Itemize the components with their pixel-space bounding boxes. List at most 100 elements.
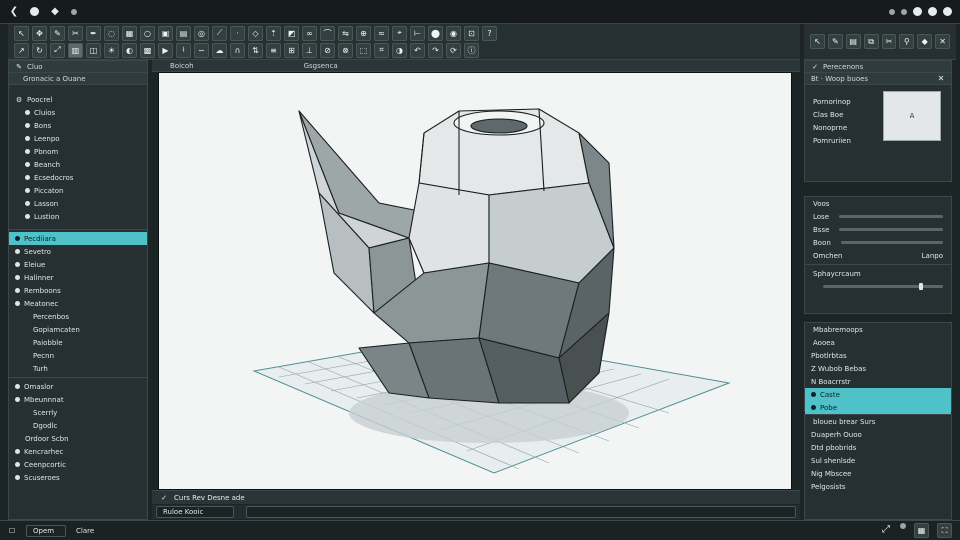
section-poocrel[interactable]: ⚙ Poocrel	[9, 93, 147, 106]
setting-row[interactable]: Lose	[805, 210, 951, 223]
list-item[interactable]: Pbnom	[9, 145, 147, 158]
redo-tool-icon[interactable]: ↷	[428, 42, 443, 58]
split-tool-icon[interactable]: ⊘	[320, 42, 335, 58]
fullscreen-icon[interactable]: ⛶	[937, 523, 952, 538]
refresh-tool-icon[interactable]: ⟳	[446, 42, 461, 58]
move-tool-icon[interactable]: ✥	[32, 25, 47, 41]
record-icon[interactable]	[889, 8, 895, 15]
light-tool-icon[interactable]: ☀	[104, 42, 119, 58]
info-tool-icon[interactable]: ⓘ	[464, 42, 479, 58]
undo-tool-icon[interactable]: ↶	[410, 42, 425, 58]
brush-tool-icon[interactable]: ✎	[50, 25, 65, 41]
list-item[interactable]: Omaslor	[9, 380, 147, 393]
setting-row[interactable]: Bsse	[805, 223, 951, 236]
list-item[interactable]: Halinner	[9, 271, 147, 284]
maximize-icon[interactable]	[928, 7, 937, 16]
group-tool-icon[interactable]: ⊞	[284, 42, 299, 58]
list-item[interactable]: Gopiamcaten	[9, 323, 147, 336]
list-item[interactable]: Scerrly	[9, 406, 147, 419]
list-item[interactable]: Meatonec	[9, 297, 147, 310]
settings-icon[interactable]	[901, 8, 907, 15]
list-item[interactable]: Bons	[9, 119, 147, 132]
settings-right-label[interactable]: Lanpo	[922, 252, 943, 260]
setting-slider[interactable]	[840, 241, 943, 244]
list-item[interactable]: Dgodlc	[9, 419, 147, 432]
list-item[interactable]: Kencrarhec	[9, 445, 147, 458]
list-item[interactable]: Cluios	[9, 106, 147, 119]
mode-field[interactable]: Ruloe Kooic	[156, 506, 234, 518]
layer-item[interactable]: Z Wubob Bebas	[805, 362, 951, 375]
snap-tool-icon[interactable]: ⌖	[392, 25, 407, 41]
cage-tool-icon[interactable]: ⬚	[356, 42, 371, 58]
pin-icon[interactable]: ◆	[49, 6, 61, 18]
list-item[interactable]: Scuseroes	[9, 471, 147, 484]
weld-tool-icon[interactable]: ⊕	[356, 25, 371, 41]
settings-toggle-row[interactable]: Omchen Lanpo	[805, 249, 951, 262]
rt-link-icon[interactable]: ⚲	[899, 34, 915, 49]
select-tool-icon[interactable]: ↖	[14, 25, 29, 41]
close-icon[interactable]: ✕	[937, 74, 945, 83]
list-item[interactable]: Pecnn	[9, 349, 147, 362]
rt-brush-icon[interactable]: ✎	[827, 34, 843, 49]
lock-tool-icon[interactable]: ⊡	[464, 25, 479, 41]
flip-tool-icon[interactable]: ⇅	[248, 42, 263, 58]
edge-tool-icon[interactable]: ⟋	[212, 25, 227, 41]
list-item[interactable]: Eleiue	[9, 258, 147, 271]
material-item[interactable]: Dtd pbobrids	[805, 441, 951, 454]
selected-list-item[interactable]: Pecdiiara	[9, 232, 147, 245]
setting-row[interactable]: Boon	[805, 236, 951, 249]
lasso-tool-icon[interactable]: ◌	[104, 25, 119, 41]
bell-icon[interactable]	[71, 8, 77, 15]
clear-button[interactable]: Clare	[76, 527, 94, 535]
material-item[interactable]: Sul shenlsde	[805, 454, 951, 467]
paint-tool-icon[interactable]: ⬤	[428, 25, 443, 41]
magnet-tool-icon[interactable]: ∩	[230, 42, 245, 58]
bridge-tool-icon[interactable]: ⌒	[320, 25, 335, 41]
loop-tool-icon[interactable]: ∞	[302, 25, 317, 41]
face-tool-icon[interactable]: ◇	[248, 25, 263, 41]
material-preview[interactable]: A	[883, 91, 941, 141]
material-tool-icon[interactable]: ◐	[122, 42, 137, 58]
list-item[interactable]: Mbeunnnat	[9, 393, 147, 406]
ruler-tool-icon[interactable]: ⊢	[410, 25, 425, 41]
camera-tool-icon[interactable]: ◫	[86, 42, 101, 58]
setting-slider[interactable]	[839, 215, 943, 218]
vertex-tool-icon[interactable]: ·	[230, 25, 245, 41]
minimize-icon[interactable]	[913, 7, 922, 16]
mirror-tool-icon[interactable]: ⇋	[338, 25, 353, 41]
bevel-tool-icon[interactable]: ◩	[284, 25, 299, 41]
grid-view-icon[interactable]: ▦	[914, 523, 929, 538]
knife-tool-icon[interactable]: ✂	[68, 25, 83, 41]
list-item[interactable]: Paiobble	[9, 336, 147, 349]
help-tool-icon[interactable]: ?	[482, 25, 497, 41]
layer-item[interactable]: Pbotlrbtas	[805, 349, 951, 362]
texture-tool-icon[interactable]: ▩	[140, 42, 155, 58]
list-item[interactable]: Ceenpcortic	[9, 458, 147, 471]
measure-tool-icon[interactable]: ⊥	[302, 42, 317, 58]
list-item[interactable]: Sevetro	[9, 245, 147, 258]
list-item[interactable]: Lustion	[9, 210, 147, 223]
extrude-tool-icon[interactable]: ⇡	[266, 25, 281, 41]
render-tool-icon[interactable]: ▶	[158, 42, 173, 58]
viewport-canvas[interactable]	[159, 73, 792, 490]
app-icon[interactable]	[30, 7, 39, 16]
list-item[interactable]: Lasson	[9, 197, 147, 210]
circle-tool-icon[interactable]: ○	[140, 25, 155, 41]
back-icon[interactable]: ❮	[8, 6, 20, 18]
list-item[interactable]: Remboons	[9, 284, 147, 297]
eye-tool-icon[interactable]: ◉	[446, 25, 461, 41]
rt-cut-icon[interactable]: ✂	[881, 34, 897, 49]
expand-icon[interactable]: ⤢	[880, 523, 892, 535]
selected-layer-item[interactable]: Caste	[805, 388, 951, 401]
cylinder-tool-icon[interactable]: ▤	[176, 25, 191, 41]
sculpt-tool-icon[interactable]: ☁	[212, 42, 227, 58]
selected-layer-item[interactable]: Pobe	[805, 401, 951, 414]
spline-tool-icon[interactable]: ∽	[194, 42, 209, 58]
close-icon[interactable]	[943, 7, 952, 16]
wire-tool-icon[interactable]: ⌗	[374, 42, 389, 58]
material-item[interactable]: Pelgosists	[805, 480, 951, 493]
open-button[interactable]: Opem	[26, 524, 66, 537]
rt-drop-icon[interactable]: ◆	[917, 34, 933, 49]
torus-tool-icon[interactable]: ◎	[194, 25, 209, 41]
rotate-tool-icon[interactable]: ↻	[32, 42, 47, 58]
